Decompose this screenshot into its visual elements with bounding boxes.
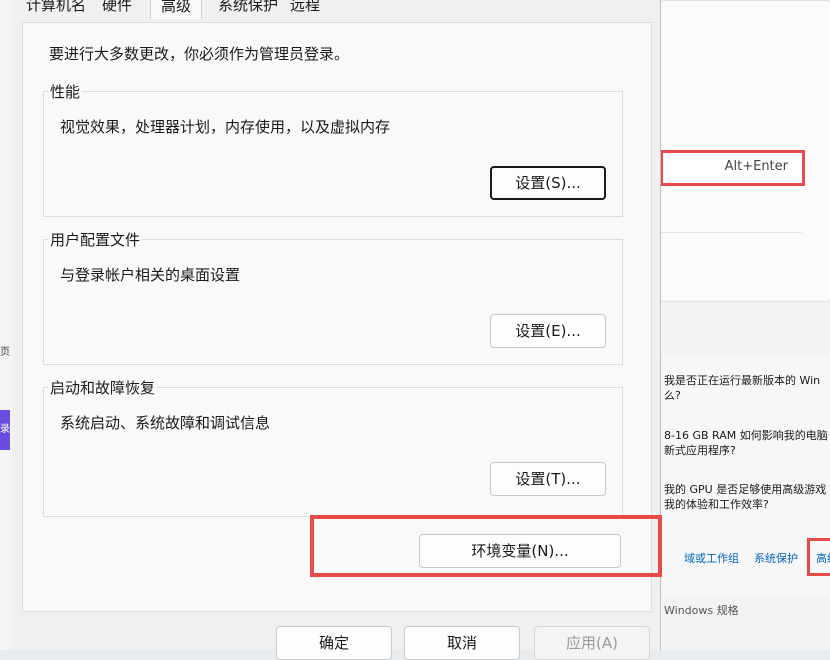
left-window-edge	[0, 0, 12, 650]
user-profiles-description: 与登录帐户相关的桌面设置	[60, 266, 241, 284]
background-shortcut-row[interactable]: Alt+Enter	[660, 150, 805, 186]
cancel-button[interactable]: 取消	[404, 626, 520, 660]
background-bottom-text: Windows 规格	[664, 604, 739, 617]
background-divider	[660, 232, 802, 233]
link-system-protection[interactable]: 系统保护	[754, 550, 798, 566]
startup-recovery-title: 启动和故障恢复	[48, 377, 158, 398]
performance-title: 性能	[48, 81, 83, 102]
faq-item[interactable]: 我是否正在运行最新版本的 Win 么?	[664, 373, 830, 403]
performance-settings-button[interactable]: 设置(S)...	[490, 166, 606, 200]
user-profiles-title: 用户配置文件	[48, 229, 143, 250]
user-profiles-settings-button[interactable]: 设置(E)...	[490, 314, 606, 348]
tab-remote[interactable]: 远程	[290, 0, 320, 18]
tab-hardware[interactable]: 硬件	[102, 0, 132, 18]
ok-button[interactable]: 确定	[276, 626, 392, 660]
apply-button[interactable]: 应用(A)	[534, 626, 650, 660]
left-edge-text: 页	[0, 347, 10, 358]
left-edge-badge[interactable]: 录	[0, 410, 10, 450]
startup-recovery-description: 系统启动、系统故障和调试信息	[60, 414, 271, 432]
tab-system-protection[interactable]: 系统保护	[218, 0, 278, 18]
startup-recovery-settings-button[interactable]: 设置(T)...	[490, 462, 606, 496]
user-profiles-group: 用户配置文件 与登录帐户相关的桌面设置 设置(E)...	[43, 229, 623, 365]
advanced-link-highlight	[807, 538, 830, 576]
related-links: 域或工作组 系统保护 高级	[660, 540, 830, 574]
performance-description: 视觉效果，处理器计划，内存使用，以及虚拟内存	[60, 118, 391, 136]
performance-group: 性能 视觉效果，处理器计划，内存使用，以及虚拟内存 设置(S)...	[43, 81, 623, 217]
shortcut-text: Alt+Enter	[724, 159, 788, 174]
tab-advanced[interactable]: 高级	[150, 0, 203, 19]
link-domain-workgroup[interactable]: 域或工作组	[684, 550, 739, 566]
startup-recovery-group: 启动和故障恢复 系统启动、系统故障和调试信息 设置(T)...	[43, 377, 623, 517]
dialog-footer: 确定 取消 应用(A)	[12, 612, 660, 660]
tab-bar: 计算机名 硬件 高级 系统保护 远程	[12, 0, 660, 22]
faq-item[interactable]: 8-16 GB RAM 如何影响我的电脑 新式应用程序?	[664, 428, 830, 458]
tab-computer-name[interactable]: 计算机名	[26, 0, 86, 18]
admin-note: 要进行大多数更改，你必须作为管理员登录。	[49, 45, 350, 63]
environment-variables-highlight	[310, 515, 662, 577]
faq-item[interactable]: 我的 GPU 是否足够使用高级游戏 我的体验和工作效率?	[664, 482, 830, 512]
